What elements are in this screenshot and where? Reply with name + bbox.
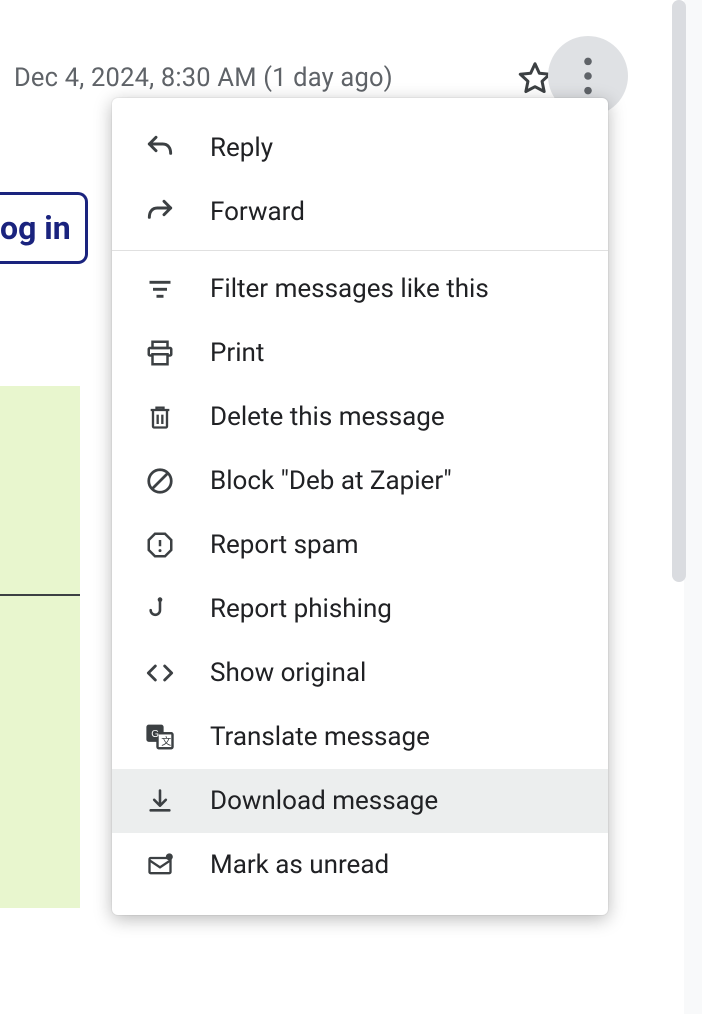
menu-mark-unread[interactable]: Mark as unread [112, 833, 608, 897]
scrollbar-thumb[interactable] [672, 0, 686, 582]
trash-icon [142, 399, 178, 435]
menu-report-phishing-label: Report phishing [210, 594, 392, 624]
filter-icon [142, 271, 178, 307]
login-button-label: og in [0, 209, 71, 247]
menu-download-label: Download message [210, 786, 438, 816]
download-icon [142, 783, 178, 819]
menu-filter-label: Filter messages like this [210, 274, 489, 304]
menu-show-original-label: Show original [210, 658, 366, 688]
code-icon [142, 655, 178, 691]
svg-text:G: G [151, 729, 159, 740]
mark-unread-icon [142, 847, 178, 883]
menu-translate-label: Translate message [210, 722, 430, 752]
menu-mark-unread-label: Mark as unread [210, 850, 389, 880]
login-button-partial[interactable]: og in [0, 192, 88, 264]
menu-report-spam-label: Report spam [210, 530, 359, 560]
menu-report-phishing[interactable]: Report phishing [112, 577, 608, 641]
phishing-hook-icon [142, 591, 178, 627]
menu-forward-label: Forward [210, 197, 305, 227]
message-more-menu: Reply Forward Filter messages like this … [112, 98, 608, 915]
more-vert-icon [583, 57, 593, 95]
menu-download[interactable]: Download message [112, 769, 608, 833]
message-timestamp: Dec 4, 2024, 8:30 AM (1 day ago) [14, 63, 393, 93]
menu-delete-label: Delete this message [210, 402, 445, 432]
menu-report-spam[interactable]: Report spam [112, 513, 608, 577]
menu-delete[interactable]: Delete this message [112, 385, 608, 449]
menu-block-label: Block "Deb at Zapier" [210, 466, 452, 496]
print-icon [142, 335, 178, 371]
block-icon [142, 463, 178, 499]
menu-print[interactable]: Print [112, 321, 608, 385]
menu-reply[interactable]: Reply [112, 116, 608, 180]
reply-icon [142, 130, 178, 166]
forward-icon [142, 194, 178, 230]
email-body-divider [0, 594, 80, 596]
menu-filter[interactable]: Filter messages like this [112, 257, 608, 321]
menu-translate[interactable]: G文 Translate message [112, 705, 608, 769]
translate-icon: G文 [142, 719, 178, 755]
menu-print-label: Print [210, 338, 264, 368]
menu-show-original[interactable]: Show original [112, 641, 608, 705]
menu-forward[interactable]: Forward [112, 180, 608, 244]
email-body-partial [0, 386, 80, 908]
menu-reply-label: Reply [210, 133, 273, 163]
right-gutter [684, 0, 702, 1014]
menu-separator [112, 250, 608, 251]
svg-text:文: 文 [161, 735, 171, 748]
report-spam-icon [142, 527, 178, 563]
menu-block[interactable]: Block "Deb at Zapier" [112, 449, 608, 513]
